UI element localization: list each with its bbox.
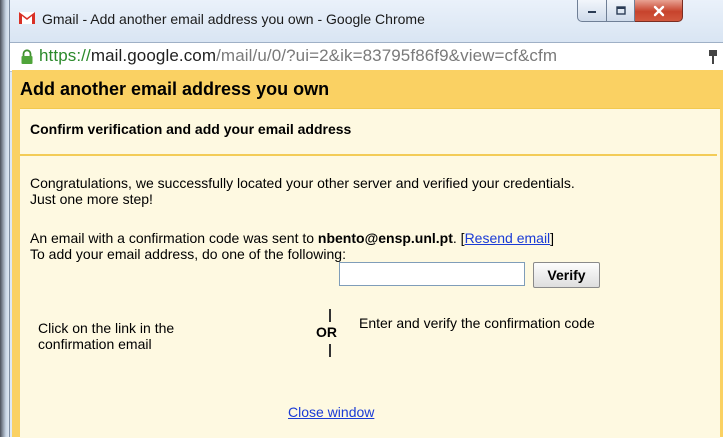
confirmation-code-input[interactable] xyxy=(339,262,525,286)
url-scheme: https:// xyxy=(39,46,91,65)
sent-message: An email with a confirmation code was se… xyxy=(30,230,554,246)
gmail-logo-icon xyxy=(19,12,35,24)
add-email-dialog: Add another email address you own Confir… xyxy=(12,70,723,438)
page-icon[interactable] xyxy=(707,49,719,65)
close-button[interactable] xyxy=(635,0,683,22)
resend-bracket-close: ] xyxy=(550,230,555,246)
close-window-wrapper: Close window xyxy=(288,404,374,420)
address-bar[interactable]: https://mail.google.com/mail/u/0/?ui=2&i… xyxy=(10,42,723,72)
section-title: Confirm verification and add your email … xyxy=(30,121,352,137)
resend-email-link[interactable]: Resend email xyxy=(465,230,551,246)
background-window-edge xyxy=(0,0,9,437)
window-title: Gmail - Add another email address you ow… xyxy=(42,11,425,27)
close-icon xyxy=(653,5,664,16)
sent-prefix: An email with a confirmation code was se… xyxy=(30,230,315,246)
or-divider-top xyxy=(329,309,331,322)
section-divider xyxy=(20,154,717,156)
sent-suffix: . xyxy=(452,230,457,246)
close-window-link[interactable]: Close window xyxy=(288,404,374,420)
option-link-line-2: confirmation email xyxy=(38,336,152,352)
minimize-button[interactable] xyxy=(577,0,607,22)
url-path: /mail/u/0/?ui=2&ik=83795f86f9&view=cf&cf… xyxy=(216,46,558,65)
code-label: Enter and verify the confirmation code xyxy=(359,315,595,331)
minimize-icon xyxy=(588,10,596,13)
option-link-line-1: Click on the link in the xyxy=(38,320,175,336)
url-host: mail.google.com xyxy=(90,46,217,65)
sent-email: nbento@ensp.unl.pt xyxy=(317,230,453,246)
verify-button[interactable]: Verify xyxy=(533,262,600,288)
or-label: OR xyxy=(316,324,337,340)
maximize-button[interactable] xyxy=(607,0,635,22)
instruction-text: To add your email address, do one of the… xyxy=(30,246,346,262)
congrats-line-2: Just one more step! xyxy=(30,191,153,207)
congrats-line-1: Congratulations, we successfully located… xyxy=(30,175,575,191)
lock-icon xyxy=(21,49,33,64)
window-controls xyxy=(577,0,683,24)
url-text: https://mail.google.com/mail/u/0/?ui=2&i… xyxy=(39,46,557,66)
dialog-title: Add another email address you own xyxy=(20,79,330,99)
title-bar: Gmail - Add another email address you ow… xyxy=(10,0,723,42)
maximize-icon xyxy=(615,6,626,15)
or-divider-bottom xyxy=(329,344,331,357)
